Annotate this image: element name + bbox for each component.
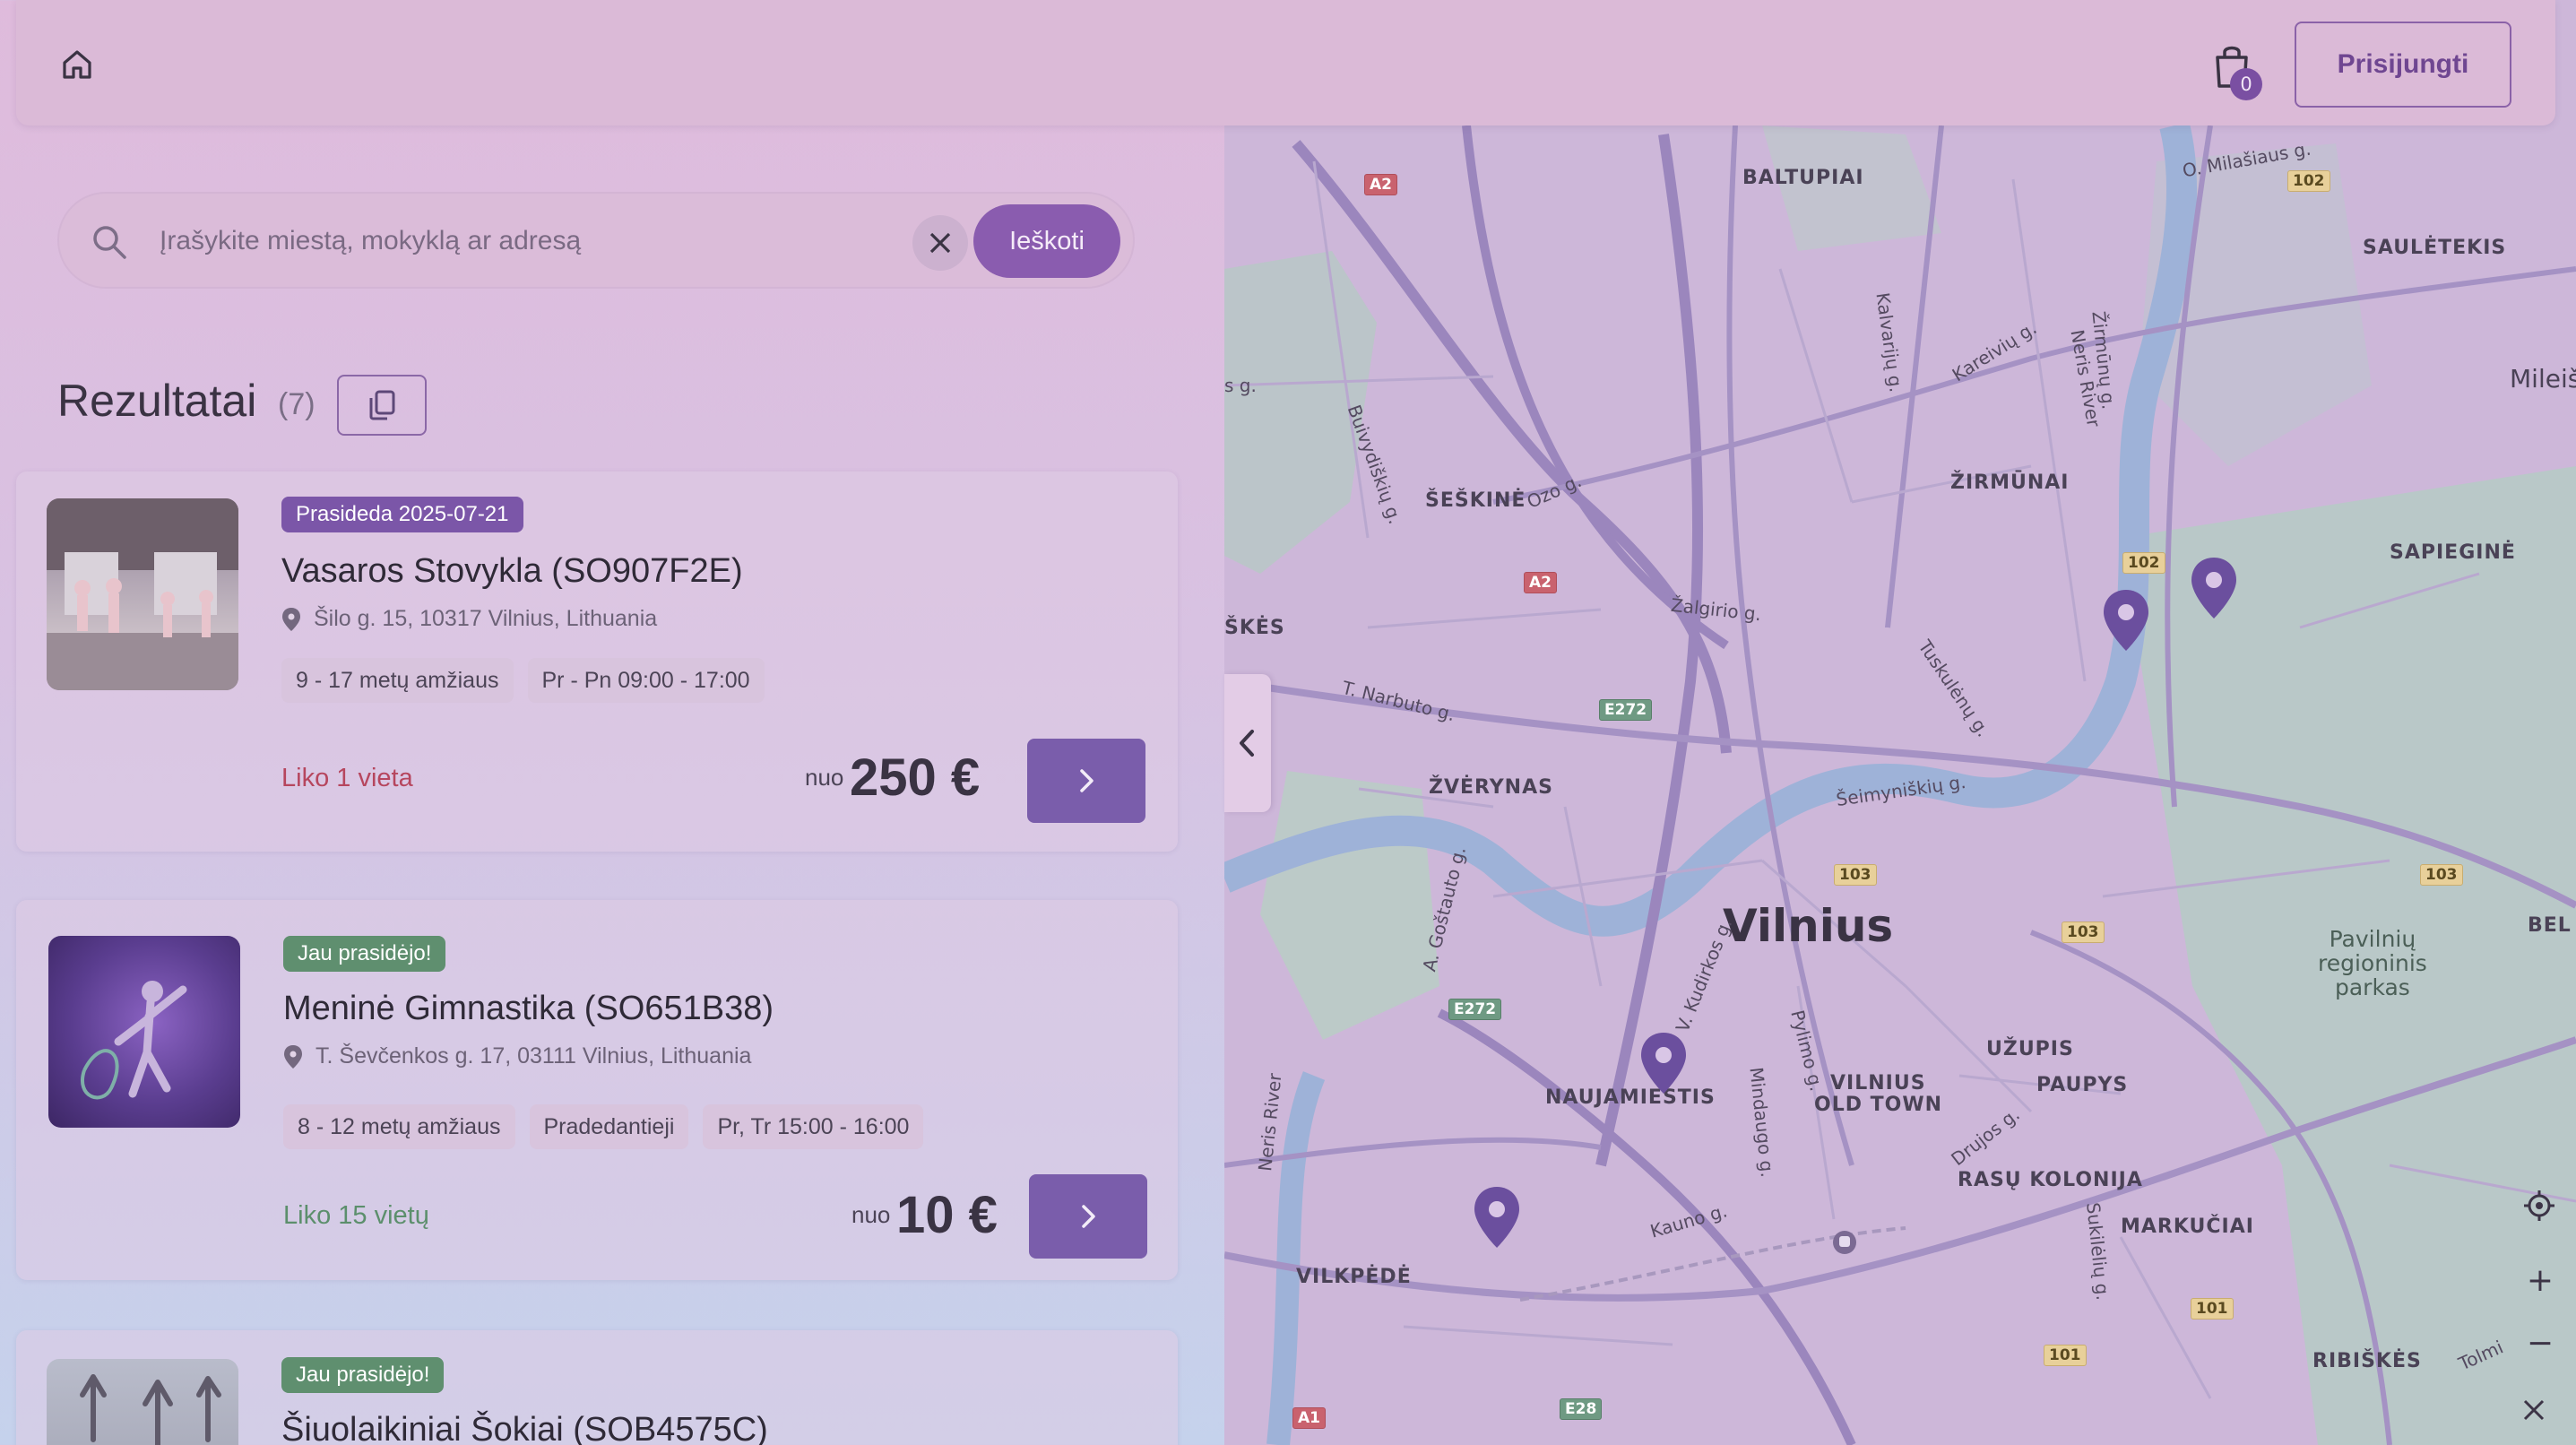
road-badge: E272 [1599, 699, 1653, 721]
district-label: ŽIRMŪNAI [1950, 472, 2070, 494]
district-label: PAUPYS [2036, 1074, 2129, 1096]
search-icon [93, 226, 126, 259]
class-thumbnail [48, 936, 240, 1128]
location-pin-icon[interactable] [1472, 1185, 1522, 1250]
road-badge: 102 [2287, 170, 2330, 192]
schedule-tag: Pr, Tr 15:00 - 16:00 [703, 1104, 924, 1149]
login-button[interactable]: Prisijungti [2295, 22, 2511, 108]
address-text: Šilo g. 15, 10317 Vilnius, Lithuania [314, 606, 658, 631]
district-label: SAULĖTEKIS [2363, 237, 2507, 259]
status-badge: Jau prasidėjo! [281, 1357, 445, 1393]
address-text: T. Ševčenkos g. 17, 03111 Vilnius, Lithu… [316, 1043, 752, 1069]
road-badge: 103 [2062, 922, 2105, 943]
chevron-right-icon [1082, 1205, 1095, 1228]
price-value: 250 € [850, 748, 981, 807]
schedule-tag: Pr - Pn 09:00 - 17:00 [527, 658, 765, 703]
age-tag: 8 - 12 metų amžiaus [283, 1104, 515, 1149]
location-pin-icon [282, 607, 300, 631]
district-label: SAPIEGINĖ [2390, 541, 2516, 564]
road-badge: 101 [2044, 1345, 2087, 1366]
price-prefix: nuo [851, 1201, 891, 1228]
road-badge: 102 [2122, 552, 2165, 574]
search-bar: Ieškoti [57, 192, 1135, 289]
zoom-in-icon[interactable]: + [2522, 1262, 2558, 1299]
road-badge: A2 [1524, 572, 1557, 593]
chevron-left-icon [1240, 730, 1254, 757]
road-badge: 103 [1834, 864, 1877, 886]
district-label: NAUJAMIESTIS [1545, 1086, 1716, 1109]
district-label: ŠKĖS [1224, 617, 1285, 639]
search-input[interactable] [160, 217, 948, 265]
view-class-button[interactable] [1027, 739, 1145, 823]
train-station-icon [1833, 1231, 1856, 1254]
close-icon[interactable] [2522, 1398, 2558, 1434]
road-badge: A2 [1364, 174, 1397, 195]
result-card[interactable]: Jau prasidėjo! Šiuolaikiniai Šokiai (SOB… [16, 1330, 1178, 1445]
road-badge: 103 [2420, 864, 2463, 886]
class-tags: 8 - 12 metų amžiaus Pradedantieji Pr, Tr… [283, 1104, 924, 1149]
class-thumbnail [47, 498, 238, 690]
city-label: Vilnius [1723, 900, 1894, 952]
collapse-panel-button[interactable] [1224, 674, 1271, 812]
road-badge: E272 [1448, 999, 1502, 1020]
class-title[interactable]: Vasaros Stovykla (SO907F2E) [281, 552, 743, 591]
top-navbar: 0 Prisijungti [16, 0, 2555, 125]
search-button[interactable]: Ieškoti [973, 204, 1120, 278]
location-pin-icon[interactable] [2189, 556, 2239, 620]
location-pin-icon[interactable] [2101, 588, 2151, 653]
level-tag: Pradedantieji [529, 1104, 689, 1149]
district-label: BEL [2528, 914, 2572, 937]
location-pin-icon [284, 1044, 302, 1069]
age-tag: 9 - 17 metų amžiaus [281, 658, 514, 703]
class-thumbnail [47, 1359, 238, 1445]
price-value: 10 € [896, 1186, 998, 1244]
class-title[interactable]: Meninė Gimnastika (SO651B38) [283, 990, 774, 1028]
close-icon [929, 232, 951, 254]
road-badge: 101 [2191, 1298, 2234, 1320]
district-label: ŠEŠKINĖ [1425, 489, 1526, 512]
view-class-button[interactable] [1029, 1174, 1147, 1259]
status-badge: Jau prasidėjo! [283, 936, 446, 972]
chevron-right-icon [1080, 769, 1094, 792]
spots-left: Liko 1 vieta [281, 764, 413, 792]
district-label: UŽUPIS [1986, 1038, 2074, 1060]
district-label: Mileiš [2510, 364, 2576, 394]
district-label: OLD TOWN [1814, 1094, 1943, 1116]
copy-results-button[interactable] [337, 375, 427, 436]
locate-icon[interactable] [2522, 1189, 2558, 1224]
district-label: MARKUČIAI [2121, 1216, 2254, 1238]
results-count: (7) [278, 387, 316, 421]
result-card[interactable]: Prasideda 2025-07-21 Vasaros Stovykla (S… [16, 472, 1178, 852]
zoom-out-icon[interactable]: − [2522, 1325, 2558, 1362]
district-label: VILKPĖDĖ [1296, 1266, 1412, 1288]
class-title[interactable]: Šiuolaikiniai Šokiai (SOB4575C) [281, 1411, 768, 1445]
district-label: RASŲ KOLONIJA [1958, 1169, 2143, 1191]
map-view[interactable]: BALTUPIAI SAULĖTEKIS ŠEŠKINĖ ŽIRMŪNAI SA… [1224, 0, 2576, 1445]
spots-left: Liko 15 vietų [283, 1201, 429, 1230]
district-label: VILNIUS [1830, 1072, 1926, 1095]
map-canvas [1224, 121, 2576, 1445]
price-prefix: nuo [805, 764, 844, 791]
road-badge: A1 [1292, 1407, 1326, 1429]
road-badge: E28 [1560, 1398, 1603, 1420]
district-label: ŽVĖRYNAS [1429, 776, 1553, 799]
clear-search-button[interactable] [912, 215, 968, 271]
street-label: s g. [1224, 375, 1257, 396]
result-card[interactable]: Jau prasidėjo! Meninė Gimnastika (SO651B… [16, 900, 1178, 1280]
home-icon[interactable] [59, 47, 95, 82]
district-label: RIBIŠKĖS [2312, 1350, 2422, 1372]
results-title: Rezultatai [57, 376, 257, 426]
cart-count-badge: 0 [2230, 68, 2262, 100]
class-address: T. Ševčenkos g. 17, 03111 Vilnius, Lithu… [283, 1043, 751, 1069]
class-address: Šilo g. 15, 10317 Vilnius, Lithuania [281, 606, 657, 632]
start-date-badge: Prasideda 2025-07-21 [281, 497, 523, 532]
location-pin-icon[interactable] [1638, 1031, 1689, 1095]
park-label: Pavilnių regioninis parkas [2318, 926, 2427, 1000]
district-label: BALTUPIAI [1742, 167, 1864, 189]
class-tags: 9 - 17 metų amžiaus Pr - Pn 09:00 - 17:0… [281, 658, 765, 703]
copy-icon [369, 390, 395, 420]
